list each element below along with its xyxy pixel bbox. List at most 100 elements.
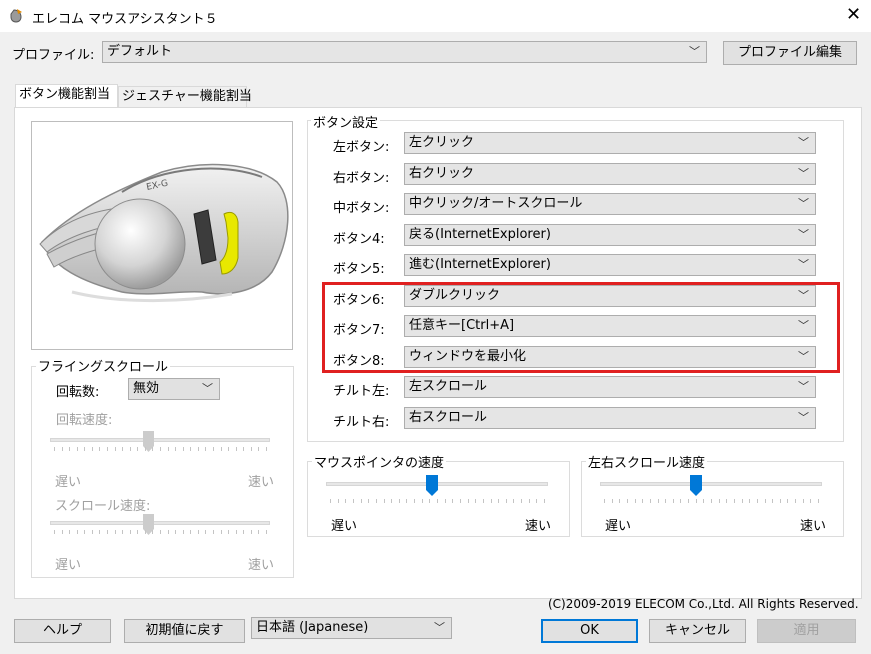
pointer-speed-fast: 速い xyxy=(525,519,552,534)
slider-tick xyxy=(498,499,499,503)
help-button[interactable]: ヘルプ xyxy=(14,619,111,643)
slider-tick xyxy=(688,499,689,503)
slider-tick xyxy=(673,499,674,503)
chevron-down-icon: ﹀ xyxy=(202,382,213,395)
reset-button[interactable]: 初期値に戻す xyxy=(124,619,245,643)
slider-tick xyxy=(521,499,522,503)
slider-tick xyxy=(69,447,70,451)
slider-tick xyxy=(399,499,400,503)
chevron-down-icon: ﹀ xyxy=(798,380,809,393)
slider-tick xyxy=(107,530,108,534)
scroll-speed-slow: 遅い xyxy=(55,558,82,573)
slider-tick xyxy=(642,499,643,503)
slider-tick xyxy=(190,447,191,451)
slider-tick xyxy=(152,447,153,451)
slider-tick xyxy=(468,499,469,503)
slider-tick xyxy=(221,447,222,451)
button-row-select[interactable]: 左クリック ﹀ xyxy=(404,132,816,154)
slider-tick xyxy=(175,530,176,534)
tab-button-assign[interactable]: ボタン機能割当 xyxy=(15,84,118,108)
slider-tick xyxy=(251,530,252,534)
tab-gesture-assign[interactable]: ジェスチャー機能割当 xyxy=(118,86,252,108)
slider-tick xyxy=(665,499,666,503)
slider-tick xyxy=(99,447,100,451)
pointer-speed-thumb[interactable] xyxy=(426,475,438,501)
slider-tick xyxy=(734,499,735,503)
chevron-down-icon: ﹀ xyxy=(798,228,809,241)
slider-tick xyxy=(650,499,651,503)
slider-tick xyxy=(368,499,369,503)
slider-tick xyxy=(175,447,176,451)
button-row-select[interactable]: 戻る(InternetExplorer) ﹀ xyxy=(404,224,816,246)
slider-tick xyxy=(513,499,514,503)
slider-tick xyxy=(62,447,63,451)
close-icon: ✕ xyxy=(845,4,862,25)
chevron-down-icon: ﹀ xyxy=(434,621,445,634)
slider-tick xyxy=(84,530,85,534)
slider-tick xyxy=(726,499,727,503)
slider-tick xyxy=(258,530,259,534)
slider-tick xyxy=(160,530,161,534)
rotation-speed-label: 回転速度: xyxy=(56,413,113,428)
slider-tick xyxy=(749,499,750,503)
scroll-speed-fast: 速い xyxy=(248,558,275,573)
slider-tick xyxy=(266,530,267,534)
scroll-speed-slider[interactable] xyxy=(50,521,270,525)
button-row-label: 右ボタン: xyxy=(333,171,390,186)
button-row-select-value: 左スクロール xyxy=(409,379,488,394)
rotation-select-value: 無効 xyxy=(133,381,160,396)
horizontal-scroll-thumb[interactable] xyxy=(690,475,702,501)
button-row-select-value: 右クリック xyxy=(409,166,475,181)
slider-tick xyxy=(772,499,773,503)
slider-tick xyxy=(69,530,70,534)
slider-tick xyxy=(353,499,354,503)
slider-tick xyxy=(658,499,659,503)
chevron-down-icon: ﹀ xyxy=(689,45,700,58)
slider-tick xyxy=(810,499,811,503)
title-bar: エレコム マウスアシスタント５ ✕ xyxy=(0,0,871,32)
app-icon xyxy=(10,9,22,23)
button-row-select-value: 進む(InternetExplorer) xyxy=(409,257,551,272)
button-row-select[interactable]: 右スクロール ﹀ xyxy=(404,407,816,429)
ok-button[interactable]: OK xyxy=(541,619,638,643)
copyright-text: (C)2009-2019 ELECOM Co.,Ltd. All Rights … xyxy=(548,597,859,611)
slider-tick xyxy=(429,499,430,503)
button-row-select[interactable]: 中クリック/オートスクロール ﹀ xyxy=(404,193,816,215)
slider-tick xyxy=(243,447,244,451)
slider-tick xyxy=(122,530,123,534)
rotation-label: 回転数: xyxy=(56,385,100,400)
slider-tick xyxy=(54,447,55,451)
close-button[interactable]: ✕ xyxy=(836,0,871,32)
rotation-speed-fast: 速い xyxy=(248,475,275,490)
button-row-select[interactable]: 左スクロール ﹀ xyxy=(404,376,816,398)
slider-tick xyxy=(62,530,63,534)
slider-tick xyxy=(137,530,138,534)
rotation-speed-thumb[interactable] xyxy=(143,431,154,457)
button-settings-title: ボタン設定 xyxy=(311,112,381,131)
button-row-select-value: 戻る(InternetExplorer) xyxy=(409,227,551,242)
slider-tick xyxy=(703,499,704,503)
cancel-button[interactable]: キャンセル xyxy=(649,619,746,643)
slider-tick xyxy=(604,499,605,503)
slider-tick xyxy=(236,447,237,451)
rotation-select[interactable]: 無効 ﹀ xyxy=(128,378,220,400)
profile-select[interactable]: デフォルト ﹀ xyxy=(102,41,707,63)
language-select[interactable]: 日本語 (Japanese) ﹀ xyxy=(251,617,452,639)
slider-tick xyxy=(168,447,169,451)
button-row-select[interactable]: 右クリック ﹀ xyxy=(404,163,816,185)
horizontal-scroll-slider[interactable] xyxy=(600,482,822,486)
slider-tick xyxy=(384,499,385,503)
slider-tick xyxy=(627,499,628,503)
button-row-select-value: 中クリック/オートスクロール xyxy=(409,196,583,211)
slider-tick xyxy=(803,499,804,503)
button-row-select[interactable]: 進む(InternetExplorer) ﹀ xyxy=(404,254,816,276)
apply-button[interactable]: 適用 xyxy=(757,619,856,643)
button-row-label: 中ボタン: xyxy=(333,201,390,216)
slider-tick xyxy=(221,530,222,534)
scroll-speed-thumb[interactable] xyxy=(143,514,154,540)
chevron-down-icon: ﹀ xyxy=(798,258,809,271)
profile-edit-button[interactable]: プロファイル編集 xyxy=(723,41,857,65)
horizontal-scroll-title: 左右スクロール速度 xyxy=(586,452,708,471)
slider-tick xyxy=(213,530,214,534)
rotation-speed-slider[interactable] xyxy=(50,438,270,442)
